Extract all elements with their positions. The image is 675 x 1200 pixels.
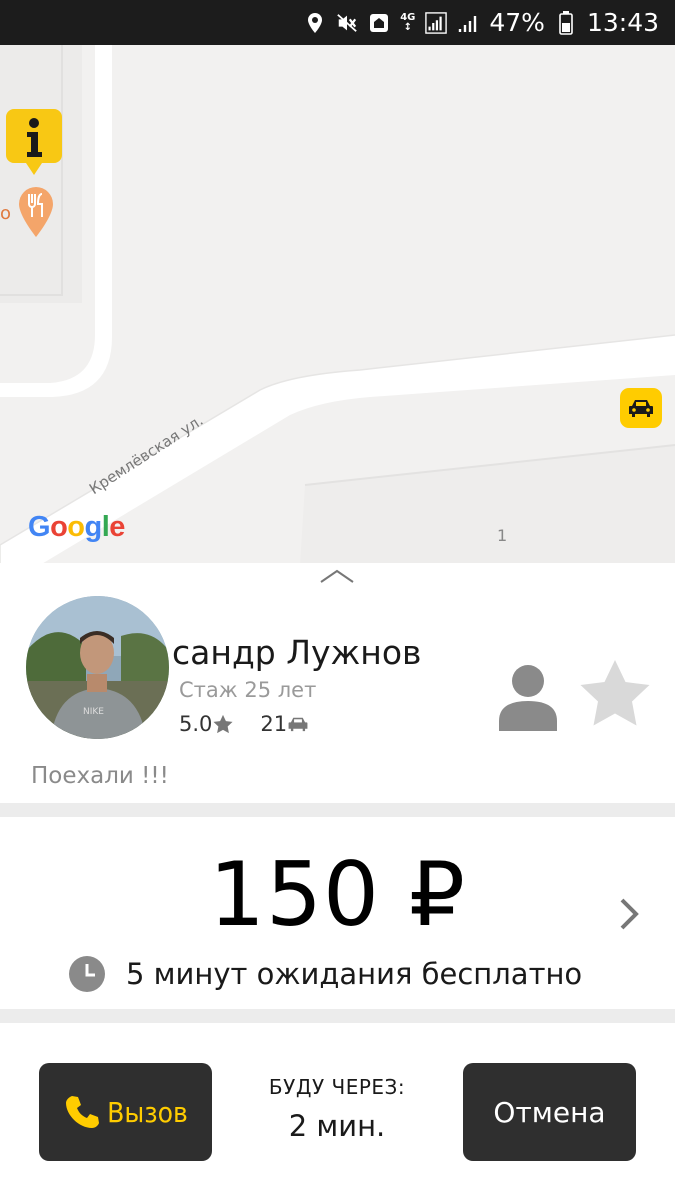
chevron-right-icon xyxy=(620,898,639,930)
driver-eta: БУДУ ЧЕРЕЗ: 2 мин. xyxy=(224,1075,450,1143)
svg-text:NIKE: NIKE xyxy=(83,707,104,717)
driver-avatar[interactable]: NIKE xyxy=(26,596,169,739)
phone-icon xyxy=(66,1096,100,1128)
rating-star-icon xyxy=(213,714,233,734)
taxi-car-marker[interactable] xyxy=(620,388,662,428)
trips-car-icon xyxy=(288,717,308,732)
driver-profile-icon[interactable] xyxy=(497,663,559,731)
divider xyxy=(0,1009,675,1023)
map-view[interactable]: о Кремлёвская ул. 1 Google xyxy=(0,45,675,565)
status-bar: 4G ↕ 47% 13:43 xyxy=(0,0,675,45)
google-logo: Google xyxy=(28,511,125,543)
clock-icon xyxy=(69,956,105,992)
eta-title: БУДУ ЧЕРЕЗ: xyxy=(268,1075,406,1099)
mute-icon xyxy=(336,12,358,34)
free-wait-info: 5 минут ожидания бесплатно xyxy=(68,955,582,993)
driver-name: сандр Лужнов xyxy=(172,633,422,672)
location-icon xyxy=(304,12,326,34)
signal-icon xyxy=(425,11,448,34)
poi-edge-label: о xyxy=(0,203,12,224)
chevron-up-icon xyxy=(320,569,354,583)
info-marker[interactable] xyxy=(4,107,64,177)
call-driver-button[interactable]: Вызов xyxy=(39,1063,212,1161)
clock-time: 13:43 xyxy=(586,8,659,37)
eta-value: 2 мин. xyxy=(288,1109,386,1143)
call-button-label: Вызов xyxy=(107,1095,188,1129)
car-icon xyxy=(629,400,653,417)
home-icon xyxy=(368,12,390,34)
driver-trips: 21 xyxy=(260,712,288,736)
status-icons: 4G ↕ 47% 13:43 xyxy=(304,0,659,45)
divider xyxy=(0,803,675,817)
order-bottom-sheet: NIKE сандр Лужнов Стаж 25 лет 5.0 21 Пое… xyxy=(0,563,675,1200)
driver-comment: Поехали !!! xyxy=(31,763,169,789)
price-details-chevron[interactable] xyxy=(615,896,643,932)
battery-percent: 47% xyxy=(489,8,545,37)
signal-icon-2 xyxy=(457,12,479,34)
cancel-order-button[interactable]: Отмена xyxy=(463,1063,636,1161)
restaurant-marker[interactable] xyxy=(17,185,55,239)
house-number-label: 1 xyxy=(497,526,508,545)
network-4g-icon: 4G ↕ xyxy=(400,11,416,33)
trip-price[interactable]: 150 ₽ xyxy=(0,843,675,946)
cancel-button-label: Отмена xyxy=(493,1095,606,1129)
favorite-star-icon[interactable] xyxy=(577,658,653,730)
expand-sheet-handle[interactable] xyxy=(318,566,356,586)
driver-stats: 5.0 21 xyxy=(179,712,309,736)
free-wait-text: 5 минут ожидания бесплатно xyxy=(126,957,583,991)
driver-rating: 5.0 xyxy=(179,712,213,736)
battery-icon xyxy=(555,10,577,35)
driver-experience: Стаж 25 лет xyxy=(179,678,317,702)
